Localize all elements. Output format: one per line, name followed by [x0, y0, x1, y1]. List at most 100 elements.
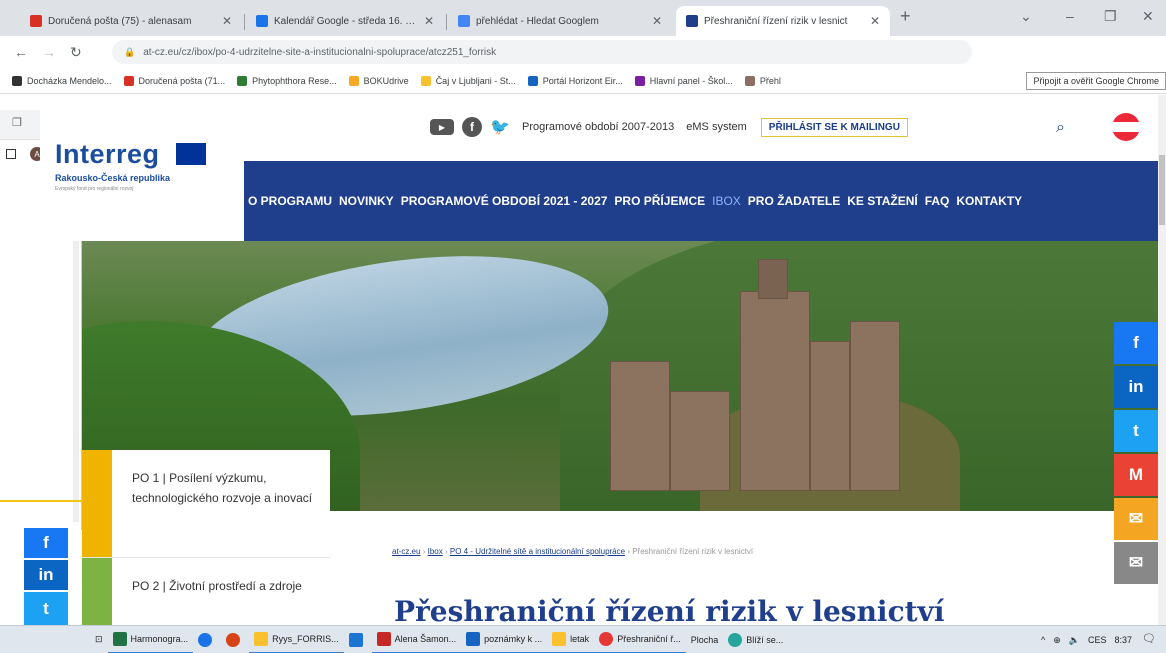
interreg-logo[interactable]: Interreg Rakousko-Česká republika Evrops…	[40, 95, 244, 241]
close-tab-icon[interactable]: ✕	[424, 14, 434, 28]
breadcrumb-home[interactable]: at-cz.eu	[392, 547, 420, 556]
bookmark-item[interactable]: Přehl	[744, 75, 781, 86]
network-icon[interactable]: ⊕	[1053, 635, 1061, 646]
nav-novinky[interactable]: NOVINKY	[339, 194, 394, 208]
linkedin-share-icon[interactable]: in	[1114, 366, 1158, 408]
web-page: Interreg Rakousko-Česká republika Evrops…	[0, 95, 1166, 625]
twitter-share-icon[interactable]: t	[24, 592, 68, 625]
google-icon	[458, 15, 470, 27]
taskbar-item-app-icon[interactable]	[221, 626, 249, 653]
language-flag-austria-icon[interactable]	[1112, 113, 1140, 141]
url-field[interactable]: 🔒 at-cz.eu/cz/ibox/po-4-udrzitelne-site-…	[112, 40, 972, 64]
page-scrollbar[interactable]	[1158, 95, 1166, 625]
top-links: ▶ f 🐦 Programové období 2007-2013 eMS sy…	[430, 117, 908, 137]
interreg-icon	[686, 15, 698, 27]
sidebar-icon[interactable]	[6, 149, 16, 159]
priority-card-po2[interactable]: PO 2 | Životní prostředí a zdroje	[82, 558, 330, 625]
clock[interactable]: 8:37	[1114, 635, 1132, 645]
back-icon[interactable]: ←	[14, 44, 28, 60]
desktop-toolbar[interactable]: Plocha	[686, 626, 724, 653]
nav-faq[interactable]: FAQ	[925, 194, 950, 208]
tab-google-search[interactable]: přehlédat - Hledat Googlem ✕	[448, 6, 672, 36]
close-tab-icon[interactable]: ✕	[652, 14, 662, 28]
restore-icon[interactable]: ❐	[1104, 8, 1117, 25]
system-tray: ^ ⊕ 🔈 CES 8:37	[1033, 626, 1132, 653]
period-2007-2013-link[interactable]: Programové období 2007-2013	[522, 121, 674, 133]
keyboard-language[interactable]: CES	[1088, 635, 1107, 645]
priority-card-label: PO 1 | Posílení výzkumu, technologického…	[132, 471, 313, 505]
taskbar-item-pdf[interactable]: Alena Šamon...	[371, 626, 462, 653]
breadcrumb-current: Přeshraniční řízení rizik v lesnictví	[632, 547, 754, 556]
minimize-icon[interactable]: –	[1066, 8, 1074, 24]
nav-pro-prijemce[interactable]: PRO PŘÍJEMCE	[614, 194, 705, 208]
youtube-icon[interactable]: ▶	[430, 119, 454, 135]
email-share-icon[interactable]: ✉	[1114, 498, 1158, 540]
taskbar-item-letak[interactable]: letak	[547, 626, 595, 653]
nav-ibox[interactable]: IBOX	[712, 194, 741, 208]
nav-pro-zadatele[interactable]: PRO ŽADATELE	[748, 194, 840, 208]
tab-label: Kalendář Google - středa 16. čer	[274, 15, 418, 27]
reload-icon[interactable]: ↻	[70, 44, 82, 61]
lock-icon[interactable]: 🔒	[124, 47, 135, 58]
new-tab-button[interactable]: +	[900, 6, 911, 27]
notification-icon[interactable]: 🗨	[1142, 632, 1158, 648]
nav-o-programu[interactable]: O PROGRAMU	[248, 194, 332, 208]
bookmarks-bar: Docházka Mendelo... Doručená pošta (71..…	[0, 68, 1166, 94]
priority-axis-list: PO 1 | Posílení výzkumu, technologického…	[82, 450, 330, 625]
tab-forrisk[interactable]: Přeshraniční řízení rizik v lesnict ✕	[676, 6, 890, 36]
restore-icon[interactable]: ❐	[12, 116, 22, 129]
bookmark-item[interactable]: Phytophthora Rese...	[237, 75, 337, 86]
taskbar-item-mail-icon[interactable]	[344, 626, 372, 653]
eu-flag-icon	[176, 143, 206, 165]
bookmark-item[interactable]: Docházka Mendelo...	[12, 75, 112, 86]
facebook-icon[interactable]: f	[462, 117, 482, 137]
calendar-icon	[256, 15, 268, 27]
tab-label: Doručená pošta (75) - alenasam	[48, 15, 192, 27]
bookmark-item[interactable]: Hlavní panel - Škol...	[634, 75, 733, 86]
tab-search-icon[interactable]: ⌄	[1020, 8, 1032, 25]
taskbar-item-explorer[interactable]: Ryys_FORRIS...	[249, 626, 344, 653]
search-icon[interactable]: ⌕	[1056, 119, 1065, 137]
breadcrumb: at-cz.eu › Ibox › PO 4 - Udržitelné sítě…	[392, 547, 754, 556]
forward-icon[interactable]: →	[42, 44, 56, 60]
twitter-icon[interactable]: 🐦	[490, 117, 510, 137]
taskbar-item-excel[interactable]: Harmonogra...	[107, 626, 194, 653]
mailing-signup-button[interactable]: PŘIHLÁSIT SE K MAILINGU	[760, 117, 908, 137]
nav-kontakty[interactable]: KONTAKTY	[956, 194, 1022, 208]
task-view-icon[interactable]: ⊡	[90, 626, 108, 653]
volume-icon[interactable]: 🔈	[1069, 635, 1080, 646]
tab-calendar[interactable]: Kalendář Google - středa 16. čer ✕	[246, 6, 444, 36]
bookmark-item[interactable]: Portál Horizont Eir...	[527, 75, 623, 86]
taskbar-item-chrome[interactable]: Přeshraniční ř...	[594, 626, 686, 653]
facebook-share-icon[interactable]: f	[24, 528, 68, 558]
facebook-share-icon[interactable]: f	[1114, 322, 1158, 364]
taskbar-item-word[interactable]: poznámky k ...	[461, 626, 548, 653]
logo-subtitle: Rakousko-Česká republika	[55, 173, 171, 183]
page-title: Přeshraniční řízení rizik v lesnictví	[394, 595, 945, 625]
gmail-share-icon[interactable]: M	[1114, 454, 1158, 496]
twitter-share-icon[interactable]: t	[1114, 410, 1158, 452]
linkedin-share-icon[interactable]: in	[24, 560, 68, 590]
tray-arrow-icon[interactable]: ^	[1041, 635, 1045, 645]
bookmark-item[interactable]: BOKUdrive	[348, 75, 409, 86]
close-window-icon[interactable]: ✕	[1142, 8, 1154, 25]
url-text: at-cz.eu/cz/ibox/po-4-udrzitelne-site-a-…	[143, 46, 497, 58]
weather-widget[interactable]: Blíží se...	[723, 626, 788, 653]
nav-programove-obdobi[interactable]: PROGRAMOVÉ OBDOBÍ 2021 - 2027	[401, 194, 608, 208]
article-content: at-cz.eu › Ibox › PO 4 - Udržitelné sítě…	[330, 511, 1120, 625]
breadcrumb-ibox[interactable]: Ibox	[428, 547, 443, 556]
bookmark-item[interactable]: Doručená pošta (71...	[123, 75, 225, 86]
tab-gmail[interactable]: Doručená pošta (75) - alenasam ✕	[20, 6, 242, 36]
tab-label: Přeshraniční řízení rizik v lesnict	[704, 15, 848, 27]
close-tab-icon[interactable]: ✕	[870, 14, 880, 28]
tooltip: Připojit a ověřit Google Chrome	[1026, 72, 1166, 90]
nav-ke-stazeni[interactable]: KE STAŽENÍ	[847, 194, 917, 208]
breadcrumb-po4[interactable]: PO 4 - Udržitelné sítě a institucionální…	[450, 547, 625, 556]
castle-image	[600, 259, 930, 501]
bookmark-item[interactable]: Čaj v Ljubljani - St...	[420, 75, 516, 86]
taskbar-item-chrome-icon[interactable]	[193, 626, 221, 653]
mail-share-icon[interactable]: ✉	[1114, 542, 1158, 584]
close-tab-icon[interactable]: ✕	[222, 14, 232, 28]
priority-card-po1[interactable]: PO 1 | Posílení výzkumu, technologického…	[82, 450, 330, 558]
ems-system-link[interactable]: eMS system	[686, 121, 747, 133]
